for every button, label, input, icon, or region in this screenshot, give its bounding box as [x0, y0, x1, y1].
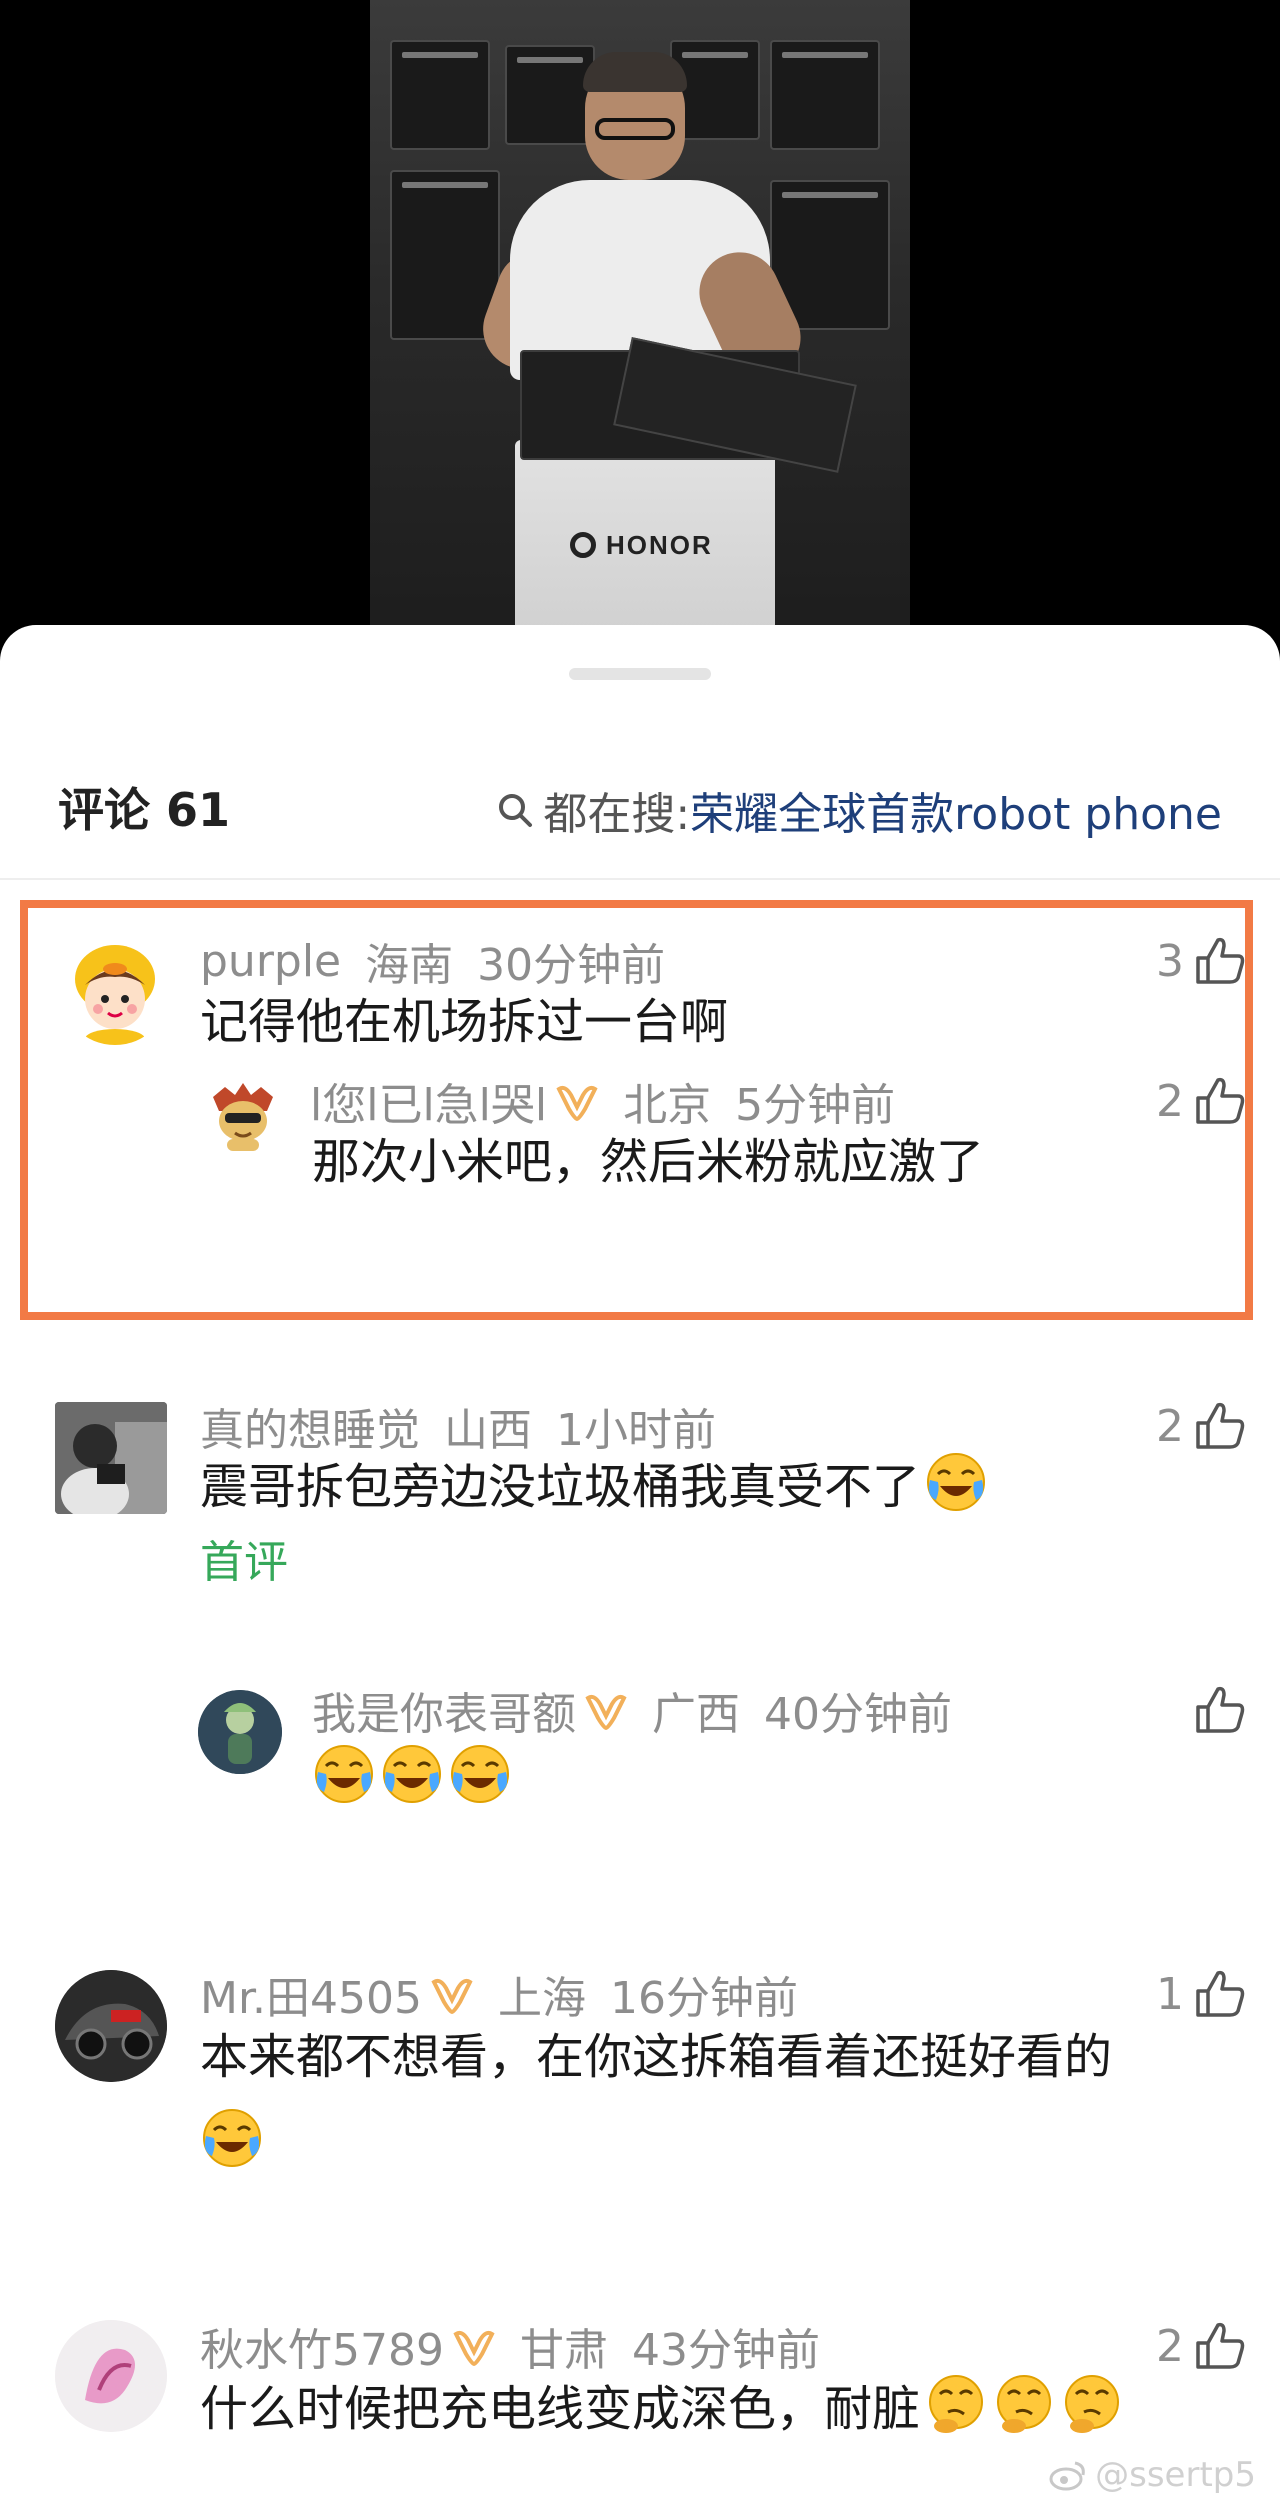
first-comment-tag: 首评 [200, 1537, 288, 1588]
wall-panel [770, 40, 880, 150]
avatar[interactable] [205, 1077, 281, 1153]
commenter-name[interactable]: purple [200, 936, 341, 987]
laugh-cry-emoji-icon [451, 1745, 509, 1803]
header-divider [0, 878, 1280, 880]
comment-meta: 秋水竹5789 甘肃 43分钟前 [200, 2318, 820, 2376]
thinking-emoji-icon [997, 2375, 1052, 2433]
avatar[interactable] [198, 1690, 282, 1774]
watermark-text: @ssertp5 [1095, 2455, 1256, 2495]
thumbs-up-icon [1196, 2322, 1245, 2369]
game-avatar-icon [198, 1690, 282, 1774]
thumbs-up-icon [1196, 1686, 1245, 1733]
comment-item: 真的想睡觉 山西 1小时前 2 震哥拆包旁边没垃圾桶我真受不了 首评 我是你表哥… [0, 1390, 1280, 1850]
thumbs-up-icon [1196, 1402, 1245, 1449]
wall-panel [505, 45, 595, 145]
comment-text-row[interactable]: 震哥拆包旁边没垃圾桶我真受不了 [200, 1450, 988, 1515]
comments-count-title: 评论 61 [58, 783, 231, 837]
person-avatar-icon [55, 1402, 167, 1514]
cat-avatar-icon [206, 1078, 280, 1152]
glasses [595, 118, 675, 140]
thinking-emoji-icon [1065, 2375, 1120, 2433]
thumbs-up-icon [1196, 1077, 1245, 1124]
comment-text-row[interactable]: 什么时候把充电线变成深色，耐脏 [200, 2372, 1124, 2437]
replier-name[interactable]: 我是你表哥额 [312, 1678, 576, 1742]
like-button[interactable]: 2 [1156, 1398, 1246, 1454]
like-count: 2 [1156, 1075, 1184, 1127]
comment-emoji-row[interactable] [196, 2106, 264, 2170]
laugh-cry-emoji-icon [383, 1745, 441, 1803]
comment-meta: 真的想睡觉 山西 1小时前 [200, 1398, 716, 1456]
like-button[interactable]: 2 [1156, 2318, 1246, 2374]
sheet-grab-handle[interactable] [569, 668, 711, 680]
screen: HONOR 评论 61 都在搜: 荣耀全球首款robot phone purpl… [0, 0, 1280, 2509]
like-button[interactable]: 1 [1156, 1966, 1246, 2022]
search-term-link[interactable]: 荣耀全球首款robot phone [690, 778, 1222, 842]
comment-meta: purple 海南 30分钟前 [200, 933, 665, 992]
vip-badge-icon [431, 1978, 473, 2014]
vip-badge-icon [556, 1085, 598, 1121]
like-button[interactable]: 2 [1156, 1073, 1246, 1129]
comment-sheet: 评论 61 都在搜: 荣耀全球首款robot phone purple 海南 3… [0, 625, 1280, 2509]
trending-search[interactable]: 都在搜: 荣耀全球首款robot phone [495, 765, 1222, 855]
reply-meta: 我是你表哥额 广西 40分钟前 [312, 1682, 952, 1740]
comment-item: Mr.田4505 上海 16分钟前 1 本来都不想看，在你这拆箱看着还挺好看的 [0, 1969, 1280, 2210]
like-count: 1 [1156, 1968, 1184, 2020]
video-player[interactable]: HONOR [0, 0, 1280, 660]
search-prefix: 都在搜: [543, 789, 691, 840]
laugh-cry-emoji-icon [927, 1453, 986, 1511]
sheet-header: 评论 61 都在搜: 荣耀全球首款robot phone [0, 765, 1280, 855]
avatar[interactable] [55, 2320, 167, 2432]
comment-text: 震哥拆包旁边没垃圾桶我真受不了 [200, 1459, 921, 1515]
reply-emoji-row[interactable] [312, 1742, 512, 1806]
thinking-emoji-icon [929, 2375, 984, 2433]
reply-time: 40分钟前 [764, 1689, 952, 1740]
laugh-cry-emoji-icon [315, 1745, 373, 1803]
vip-badge-icon [585, 1694, 627, 1730]
like-button[interactable] [1194, 1682, 1246, 1738]
car-avatar-icon [55, 1970, 167, 2082]
comment-text: 什么时候把充电线变成深色，耐脏 [200, 2381, 921, 2437]
wall-panel [390, 40, 490, 150]
person-hair [583, 52, 687, 92]
weibo-watermark: @ssertp5 [1049, 2455, 1256, 2495]
weibo-icon [1049, 2461, 1085, 2491]
search-icon [499, 794, 533, 827]
video-frame: HONOR [370, 0, 910, 640]
duck-avatar-icon [61, 936, 169, 1045]
brand-logo-mark [570, 532, 596, 558]
flower-avatar-icon [55, 2320, 167, 2432]
replier-location: 广西 [652, 1689, 740, 1740]
reply-meta: l您l已l急l哭l 北京 5分钟前 [310, 1073, 895, 1131]
like-count: 3 [1156, 935, 1184, 987]
avatar[interactable] [55, 1970, 167, 2082]
thumbs-up-icon [1196, 937, 1245, 984]
like-count: 2 [1156, 1400, 1184, 1452]
avatar[interactable] [55, 1402, 167, 1514]
laugh-cry-emoji-icon [203, 2109, 261, 2167]
comment-text[interactable]: 记得他在机场拆过一台啊 [200, 985, 728, 1050]
brand-logo: HONOR [570, 530, 730, 560]
comment-meta: Mr.田4505 上海 16分钟前 [200, 1966, 798, 2024]
reply-text[interactable]: 那次小米吧，然后米粉就应激了 [312, 1125, 984, 1190]
avatar[interactable] [60, 935, 170, 1045]
comment-item: purple 海南 30分钟前 3 记得他在机场拆过一台啊 l您l已l急l哭l … [0, 925, 1280, 1305]
like-count: 2 [1156, 2320, 1184, 2372]
brand-logo-text: HONOR [606, 529, 713, 560]
thumbs-up-icon [1196, 1970, 1245, 2017]
vip-badge-icon [453, 2330, 495, 2366]
like-button[interactable]: 3 [1156, 933, 1246, 989]
comment-text[interactable]: 本来都不想看，在你这拆箱看着还挺好看的 [200, 2020, 1112, 2085]
wall-panel [390, 170, 500, 340]
